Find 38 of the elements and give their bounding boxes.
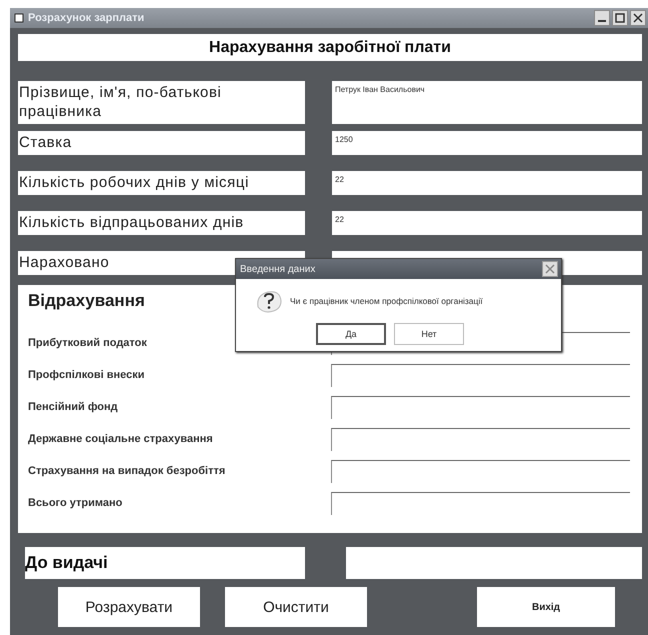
field-label: Страхування на випадок безробіття [28, 465, 226, 477]
action-button[interactable]: Очистити [225, 587, 367, 627]
input-field[interactable]: Петрук Іван Васильович [332, 81, 642, 124]
minimize-button[interactable] [594, 10, 610, 26]
dialog-button[interactable]: Нет [394, 323, 464, 345]
input-field[interactable] [331, 460, 630, 482]
window-icon [14, 13, 24, 23]
input-field[interactable]: 1250 [332, 131, 642, 155]
close-icon [545, 264, 555, 274]
close-button[interactable] [630, 10, 646, 26]
field-label: Кількість відпрацьованих днів [18, 211, 305, 235]
maximize-button[interactable] [612, 10, 628, 26]
maximize-icon [615, 13, 625, 23]
input-field[interactable] [331, 364, 630, 386]
panel-title: Відрахування [28, 291, 145, 311]
input-field[interactable] [331, 492, 630, 514]
field-label: До видачі [25, 547, 305, 579]
form-heading: Нарахування заробітної плати [18, 34, 642, 61]
field-label: Ставка [18, 131, 305, 155]
window-title: Розрахунок зарплати [28, 12, 146, 24]
field-label: Кількість робочих днів у місяці [18, 171, 305, 195]
input-field[interactable] [346, 547, 642, 579]
dialog-button[interactable]: Да [316, 323, 386, 345]
field-label: Державне соціальне страхування [28, 433, 213, 445]
input-field[interactable]: 22 [332, 211, 642, 235]
action-button[interactable]: Вихід [477, 587, 615, 627]
dialog-message: Чи є працівник членом профспілкової організації [290, 296, 483, 306]
input-field[interactable]: 22 [332, 171, 642, 195]
field-label: Прізвище, ім'я, по-батькові працівника [18, 81, 305, 124]
field-label: Профспілкові внески [28, 369, 144, 381]
input-field[interactable] [331, 396, 630, 418]
input-field[interactable] [331, 428, 630, 450]
close-icon [633, 13, 643, 23]
field-label: Всього утримано [28, 497, 122, 509]
field-label: Прибутковий податок [28, 337, 147, 349]
field-label: Пенсійний фонд [28, 401, 118, 413]
minimize-icon [598, 20, 606, 22]
action-button[interactable]: Розрахувати [58, 587, 200, 627]
